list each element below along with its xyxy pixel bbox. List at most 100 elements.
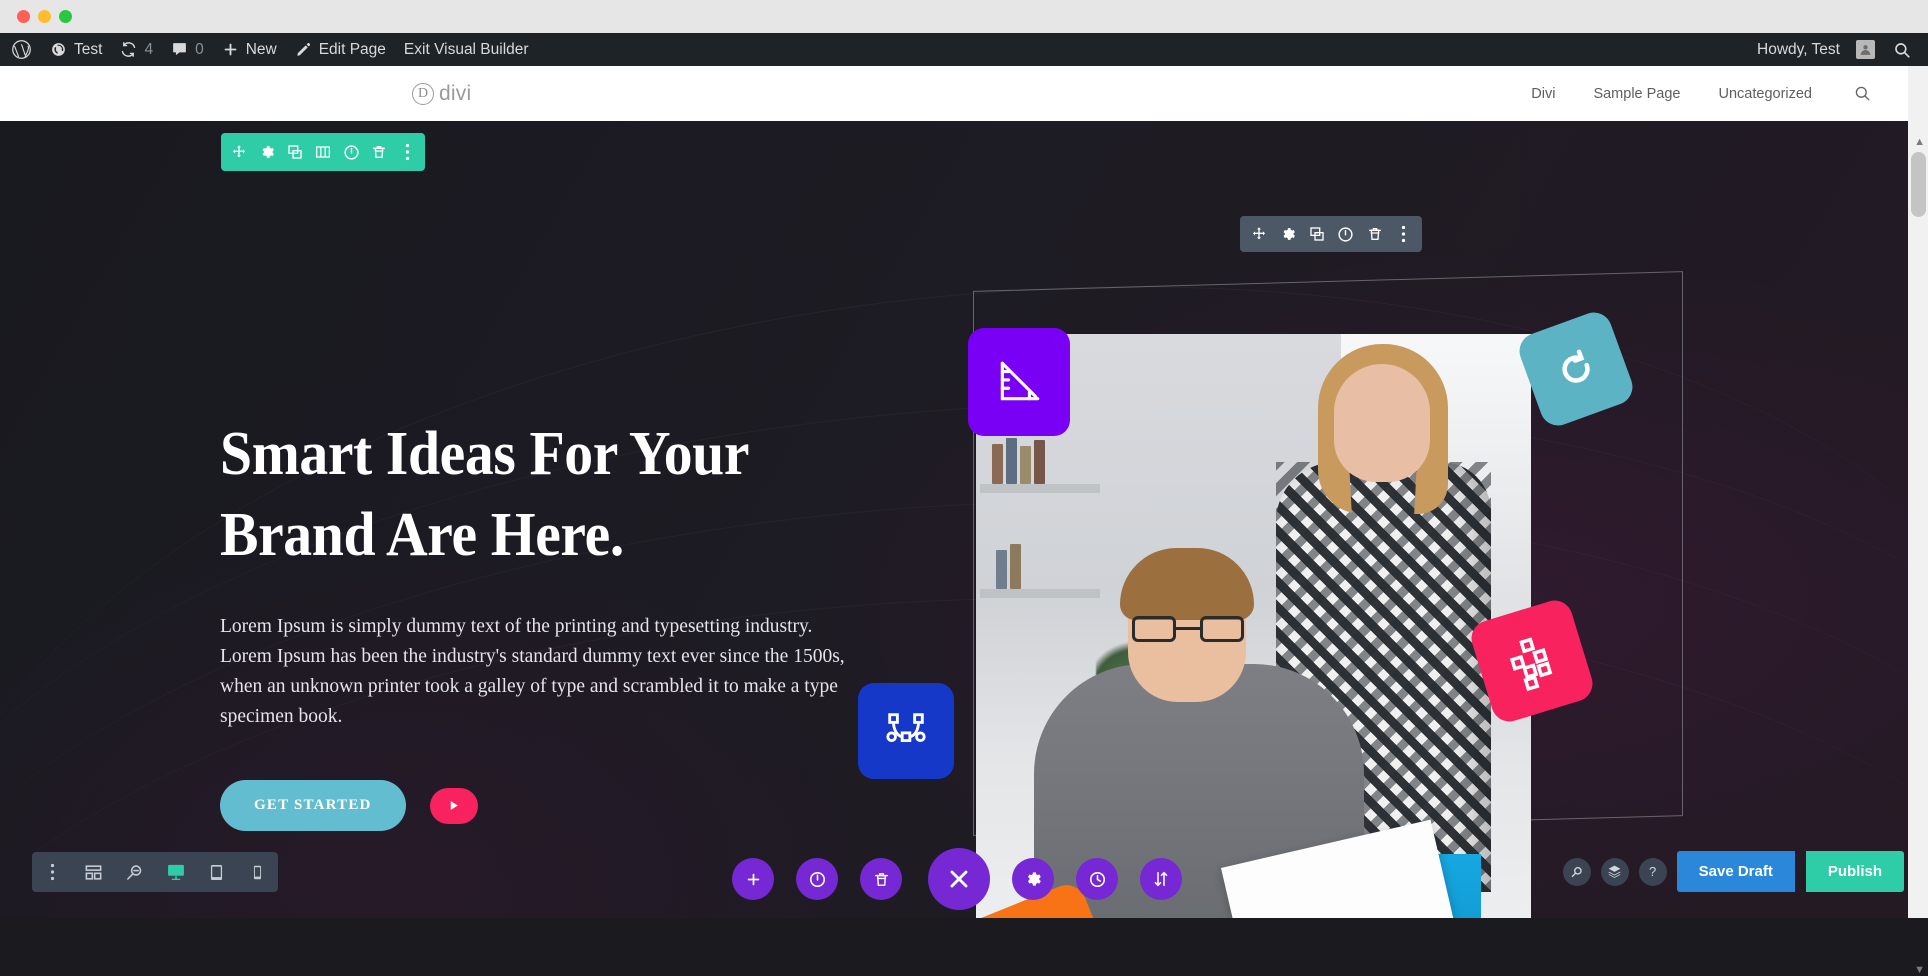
page-settings-fab[interactable] xyxy=(796,858,838,900)
hero-title-line-1: Smart Ideas For Your xyxy=(220,420,750,488)
photo-person-man-glasses xyxy=(1132,616,1244,642)
phone-view-button[interactable] xyxy=(237,852,278,892)
module-toolbar xyxy=(1240,216,1422,252)
save-draft-button[interactable]: Save Draft xyxy=(1676,851,1795,892)
page-title: Smart Ideas For Your Brand Are Here. xyxy=(220,414,852,576)
ellipsis-vertical-icon xyxy=(50,863,55,881)
adminbar-edit-label: Edit Page xyxy=(318,40,386,58)
avatar xyxy=(1856,40,1875,59)
tile-node xyxy=(858,683,954,779)
photo-book xyxy=(1006,438,1017,484)
section-settings-button[interactable] xyxy=(253,133,281,171)
trash-icon xyxy=(1368,228,1381,240)
site-header: D divi Divi Sample Page Uncategorized xyxy=(0,66,1908,121)
browser-chrome xyxy=(0,0,1928,33)
page-scrollbar-thumb[interactable] xyxy=(1911,152,1926,217)
photo-book xyxy=(992,444,1003,484)
nav-item-divi[interactable]: Divi xyxy=(1512,86,1574,102)
photo-book xyxy=(996,550,1007,589)
updates-icon xyxy=(120,41,137,58)
adminbar-comments[interactable]: 0 xyxy=(162,33,213,66)
module-duplicate-button[interactable] xyxy=(1302,216,1331,252)
adminbar-exit-label: Exit Visual Builder xyxy=(403,40,529,58)
nav-search-button[interactable] xyxy=(1831,84,1872,103)
wordpress-logo-icon xyxy=(11,39,32,60)
get-started-button[interactable]: GET STARTED xyxy=(220,780,406,831)
ellipsis-vertical-icon xyxy=(405,143,409,161)
adminbar-site-name[interactable]: Test xyxy=(41,33,111,66)
module-disable-button[interactable] xyxy=(1331,216,1360,252)
visual-builder-canvas[interactable]: Smart Ideas For Your Brand Are Here. Lor… xyxy=(0,121,1908,918)
play-video-button[interactable] xyxy=(429,787,478,824)
nav-item-uncategorized[interactable]: Uncategorized xyxy=(1700,86,1832,102)
wordpress-admin-bar: Test 4 0 New Edit Page Exit Visual Build… xyxy=(0,33,1928,66)
module-move-handle[interactable] xyxy=(1244,216,1273,252)
search-icon xyxy=(1571,866,1582,877)
site-logo[interactable]: D divi xyxy=(412,82,471,106)
primary-navigation: Divi Sample Page Uncategorized xyxy=(1512,84,1908,103)
section-toolbar xyxy=(221,133,425,171)
section-delete-button[interactable] xyxy=(365,133,393,171)
desktop-view-button[interactable] xyxy=(155,852,196,892)
maximize-window-button[interactable] xyxy=(59,10,72,23)
portability-fab[interactable] xyxy=(1140,858,1182,900)
history-fab[interactable] xyxy=(1076,858,1118,900)
phone-icon xyxy=(253,865,262,879)
section-move-handle[interactable] xyxy=(225,133,253,171)
section-columns-button[interactable] xyxy=(309,133,337,171)
adminbar-howdy-label: Howdy, Test xyxy=(1757,40,1840,58)
power-icon xyxy=(343,144,359,160)
adminbar-exit-visual-builder[interactable]: Exit Visual Builder xyxy=(395,33,538,66)
adminbar-search-button[interactable] xyxy=(1884,33,1920,66)
adminbar-updates-count: 4 xyxy=(144,40,154,58)
hero-paragraph: Lorem Ipsum is simply dummy text of the … xyxy=(220,616,845,727)
adminbar-new-label: New xyxy=(245,40,277,58)
close-window-button[interactable] xyxy=(17,10,30,23)
wireframe-view-button[interactable] xyxy=(73,852,114,892)
adminbar-comments-count: 0 xyxy=(195,40,204,58)
duplicate-icon xyxy=(288,145,302,159)
adminbar-new-content[interactable]: New xyxy=(213,33,286,66)
search-button[interactable] xyxy=(1562,857,1591,886)
builder-menu-button[interactable] xyxy=(32,852,73,892)
scroll-up-arrow-icon[interactable]: ▲ xyxy=(1914,136,1925,148)
module-more-options-button[interactable] xyxy=(1389,216,1418,252)
builder-left-toolbar xyxy=(32,852,278,892)
builder-fab-cluster xyxy=(732,848,1204,910)
module-settings-button[interactable] xyxy=(1273,216,1302,252)
layers-button[interactable] xyxy=(1600,857,1629,886)
hero-button-group: GET STARTED xyxy=(220,780,900,831)
help-button[interactable]: ? xyxy=(1638,857,1667,886)
search-icon xyxy=(1893,41,1911,59)
settings-fab[interactable] xyxy=(1012,858,1054,900)
section-disable-button[interactable] xyxy=(337,133,365,171)
nav-item-sample-page[interactable]: Sample Page xyxy=(1574,86,1699,102)
photo-shelf xyxy=(980,589,1100,598)
move-icon xyxy=(1252,227,1265,240)
zoom-out-icon xyxy=(127,864,142,880)
plus-icon xyxy=(747,873,759,885)
trash-icon xyxy=(874,872,888,886)
adminbar-edit-page[interactable]: Edit Page xyxy=(286,33,395,66)
delete-fab[interactable] xyxy=(860,858,902,900)
page-scrollbar-track[interactable]: ▲ ▼ xyxy=(1908,66,1928,976)
module-delete-button[interactable] xyxy=(1360,216,1389,252)
minimize-window-button[interactable] xyxy=(38,10,51,23)
adminbar-wp-logo[interactable] xyxy=(0,33,41,66)
duplicate-icon xyxy=(1309,227,1324,241)
adminbar-my-account[interactable]: Howdy, Test xyxy=(1746,33,1884,66)
add-section-fab[interactable] xyxy=(732,858,774,900)
tablet-view-button[interactable] xyxy=(196,852,237,892)
section-more-options-button[interactable] xyxy=(393,133,421,171)
adminbar-updates[interactable]: 4 xyxy=(111,33,162,66)
move-icon xyxy=(233,145,245,158)
desktop-icon xyxy=(167,864,184,880)
close-builder-menu-fab[interactable] xyxy=(928,848,990,910)
publish-button[interactable]: Publish xyxy=(1805,851,1904,892)
sort-arrows-icon xyxy=(1154,871,1168,887)
zoom-out-view-button[interactable] xyxy=(114,852,155,892)
section-duplicate-button[interactable] xyxy=(281,133,309,171)
scroll-down-arrow-icon[interactable]: ▼ xyxy=(1914,964,1925,976)
play-icon xyxy=(450,801,458,810)
divi-logo-icon: D xyxy=(412,82,434,105)
